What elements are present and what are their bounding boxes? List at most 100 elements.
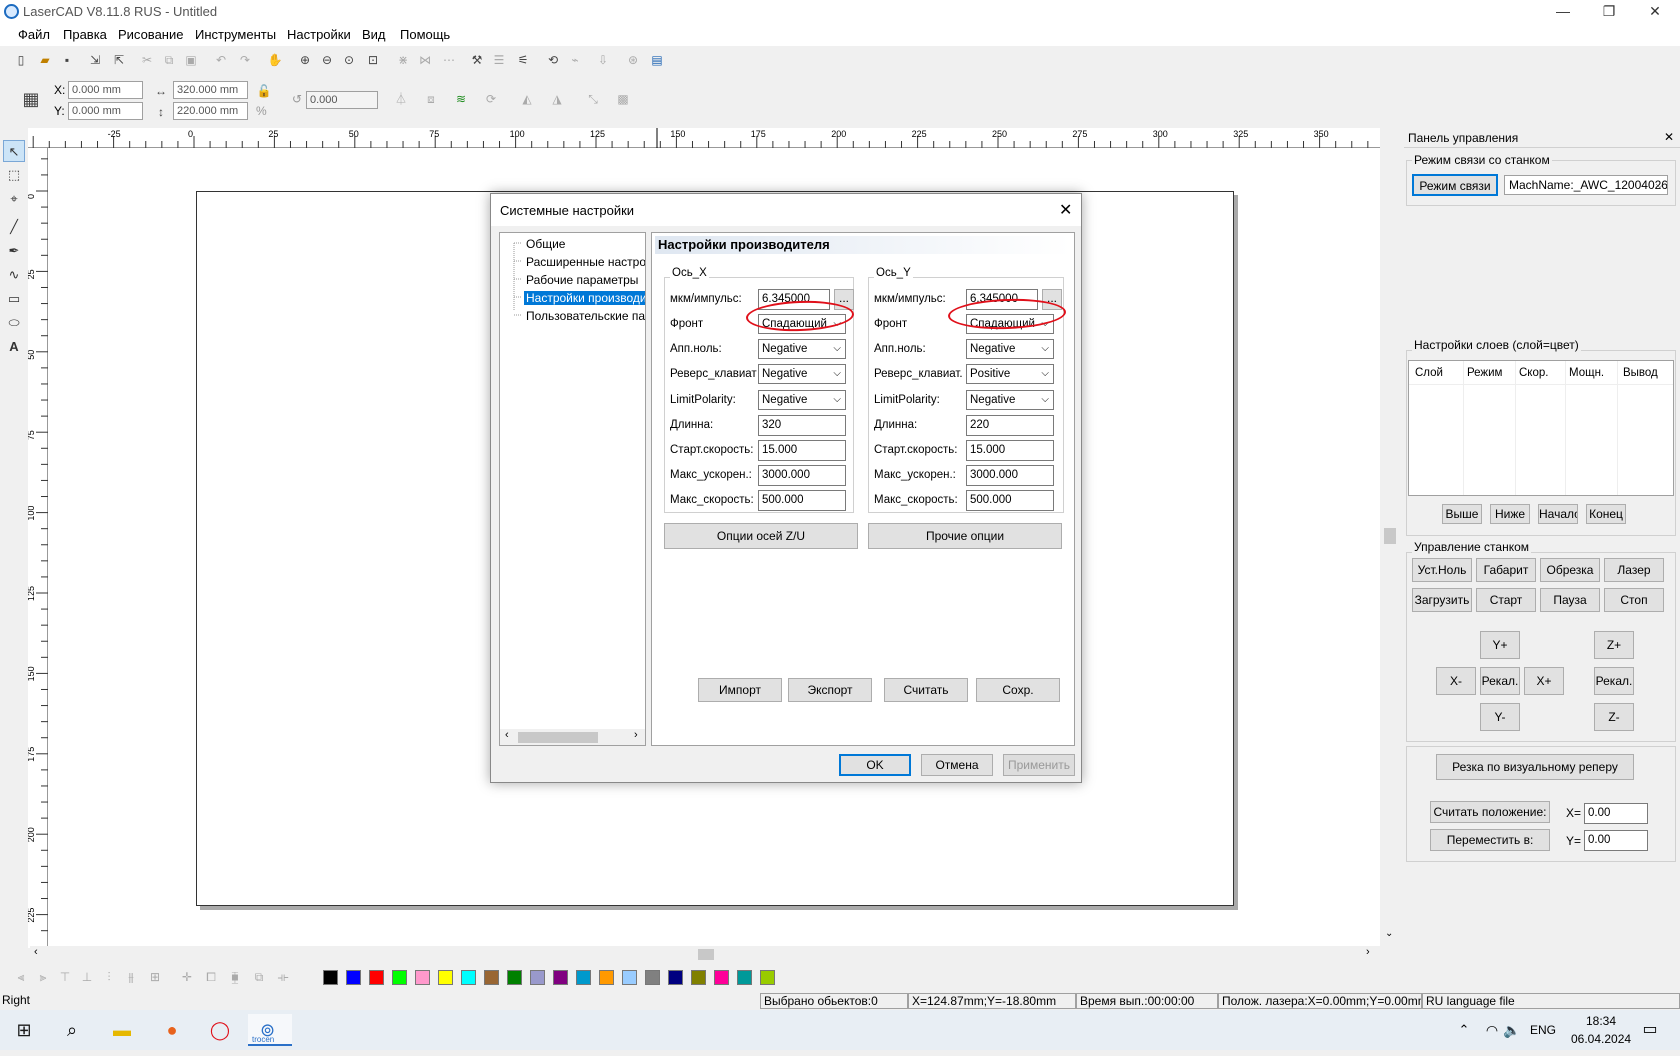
menu-tools[interactable]: Инструменты [195,27,276,42]
color-swatch[interactable] [645,970,660,985]
menu-draw[interactable]: Рисование [118,27,183,42]
field-input[interactable]: 3000.000 [758,465,846,486]
zoom-page-icon[interactable]: ⊡ [364,51,382,69]
opera-icon[interactable]: ◯ [200,1014,240,1046]
load-button[interactable]: Загрузить [1412,588,1472,612]
read-position-button[interactable]: Считать положение: [1430,801,1550,823]
align-top-icon[interactable]: ⊤ [56,968,74,986]
jog-z-minus-button[interactable]: Z- [1594,703,1634,731]
move-to-button[interactable]: Переместить в: [1430,829,1550,851]
cancel-button[interactable]: Отмена [921,754,993,776]
scroll-left-icon[interactable]: ‹ [34,946,38,958]
visual-mark-cut-button[interactable]: Резка по визуальному реперу [1436,754,1634,780]
axes-zu-options-button[interactable]: Опции осей Z/U [664,523,858,549]
layer-first-button[interactable]: Начало [1538,504,1578,524]
tree-general[interactable]: Общие [524,237,567,251]
download-icon[interactable]: ⇩ [594,51,612,69]
same-width-icon[interactable]: ⧠ [202,968,220,986]
save-settings-button[interactable]: Сохр. [976,678,1060,702]
flip-v-icon[interactable]: ◮ [548,90,566,108]
file-explorer-icon[interactable]: ▬ [102,1014,142,1046]
same-height-icon[interactable]: ⧯ [226,968,244,986]
zoom-fit-icon[interactable]: ⊙ [340,51,358,69]
minimize-button[interactable]: — [1540,0,1586,24]
color-swatch[interactable] [530,970,545,985]
field-input[interactable]: 15.000 [758,440,846,461]
color-swatch[interactable] [553,970,568,985]
start-button[interactable]: Старт [1476,588,1536,612]
x-position-field[interactable]: 0.000 mm [68,81,143,99]
field-input[interactable]: 500.000 [966,490,1054,511]
transform-icon[interactable]: ⟳ [482,90,500,108]
color-swatch[interactable] [369,970,384,985]
lock-ratio-icon[interactable]: 🔓 [255,82,273,100]
angle-field[interactable]: 0.000 [306,91,378,109]
align-hcenter-icon[interactable]: ⫶ [100,968,118,986]
tree-hscrollbar[interactable]: ‹ › [500,729,645,745]
frame-button[interactable]: Габарит [1476,558,1536,582]
zoom-in-icon[interactable]: ⊕ [296,51,314,69]
align-bottom-icon[interactable]: ⊥ [78,968,96,986]
color-swatch[interactable] [415,970,430,985]
grid-position-icon[interactable]: ▦ [20,90,42,112]
text-icon[interactable]: A [3,336,25,358]
zoom-out-icon[interactable]: ⊖ [318,51,336,69]
mirror-v-icon[interactable]: ⧈ [422,90,440,108]
color-swatch[interactable] [691,970,706,985]
align-right-icon[interactable]: ⫸ [34,968,52,986]
x-target-field[interactable]: 0.00 [1584,803,1648,824]
layer-last-button[interactable]: Конец [1586,504,1626,524]
clock-time[interactable]: 18:34 [1586,1014,1616,1028]
apply-button[interactable]: Применить [1003,754,1075,776]
node-icon[interactable]: ⌖ [3,188,25,210]
tree-scroll-right-icon[interactable]: › [634,729,638,741]
color-swatch[interactable] [507,970,522,985]
same-size-icon[interactable]: ⧉ [250,968,268,986]
menu-view[interactable]: Вид [362,27,386,42]
set-zero-button[interactable]: Уст.Ноль [1412,558,1472,582]
tree-scroll-left-icon[interactable]: ‹ [505,729,509,741]
export-button[interactable]: Экспорт [788,678,872,702]
vertical-scrollbar[interactable]: ⌄ [1382,148,1398,946]
jog-x-minus-button[interactable]: X- [1436,667,1476,695]
layer-down-button[interactable]: Ниже [1490,504,1530,524]
simulate-icon[interactable]: ⟲ [544,51,562,69]
layers-table[interactable]: Слой Режим Скор. Мощн. Вывод [1408,360,1674,496]
pan-hand-icon[interactable]: ✋ [266,51,284,69]
notifications-icon[interactable]: ▭ [1630,1014,1670,1046]
close-button[interactable]: ✕ [1632,0,1678,24]
align-icon[interactable]: ☰ [490,51,508,69]
path-tool-icon[interactable]: ⚟ [514,51,532,69]
field-input[interactable]: 220 [966,415,1054,436]
menu-help[interactable]: Помощь [400,27,450,42]
field-select[interactable]: Negative ⌵ [758,339,846,359]
recalibrate-xy-button[interactable]: Рекал. [1480,667,1520,695]
color-swatch[interactable] [576,970,591,985]
horizontal-scrollbar[interactable]: ‹ › [30,946,1380,962]
rectangle-icon[interactable]: ▭ [3,288,25,310]
vertical-scroll-thumb[interactable] [1384,528,1396,544]
field-input[interactable]: 3000.000 [966,465,1054,486]
jog-z-plus-button[interactable]: Z+ [1594,631,1634,659]
new-file-icon[interactable]: ▯ [12,51,30,69]
undo-icon[interactable]: ↶ [212,51,230,69]
search-icon[interactable]: ⌕ [52,1014,92,1046]
color-swatch[interactable] [438,970,453,985]
color-swatch[interactable] [737,970,752,985]
color-swatch[interactable] [484,970,499,985]
height-field[interactable]: 220.000 mm [173,102,248,120]
field-select[interactable]: Negative ⌵ [966,339,1054,359]
trocen-app-icon[interactable]: ⊚ trocen [248,1014,292,1046]
pattern-icon[interactable]: ▩ [614,90,632,108]
align-left-icon[interactable]: ⫷ [12,968,30,986]
ellipse-icon[interactable]: ⬭ [3,312,25,334]
select-box-icon[interactable]: ⬚ [3,164,25,186]
read-button[interactable]: Считать [884,678,968,702]
field-select[interactable]: Negative ⌵ [966,390,1054,410]
jog-y-minus-button[interactable]: Y- [1480,703,1520,731]
line-icon[interactable]: ╱ [3,216,25,238]
color-swatch[interactable] [622,970,637,985]
stop-button[interactable]: Стоп [1604,588,1664,612]
jog-y-plus-button[interactable]: Y+ [1480,631,1520,659]
machine-select[interactable]: MachName:_AWC_12004026 ⌵ [1504,175,1668,195]
